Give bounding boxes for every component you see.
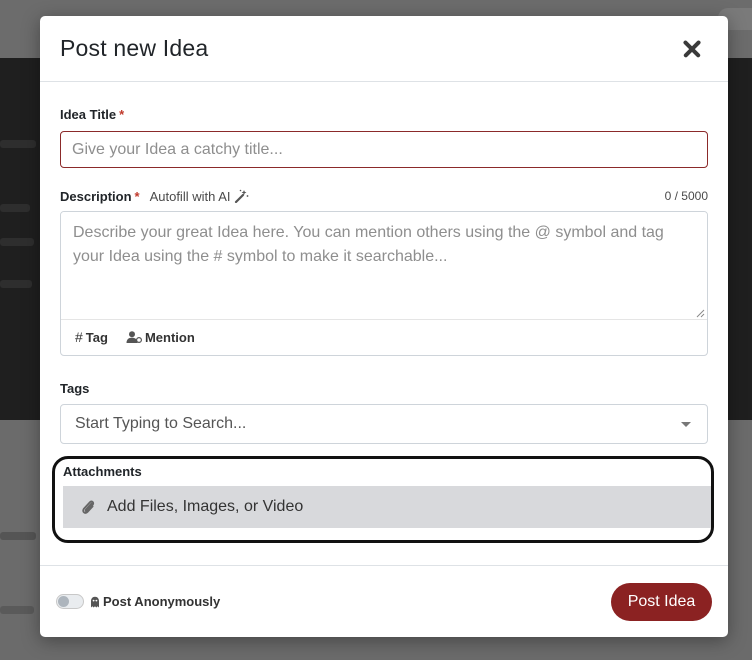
- modal-title: Post new Idea: [60, 35, 209, 61]
- tags-label: Tags: [60, 381, 90, 396]
- post-idea-modal: Post new Idea Idea Title* Description* A…: [40, 16, 728, 637]
- required-mark: *: [119, 107, 125, 122]
- ghost-icon: [91, 596, 99, 607]
- hash-icon: #: [75, 329, 83, 345]
- idea-title-field: Idea Title *: [60, 106, 708, 168]
- character-counter: 0 / 5000: [664, 189, 708, 203]
- required-mark: *: [134, 188, 140, 204]
- tags-field: Tags Start Typing to Search...: [60, 380, 708, 444]
- tags-select[interactable]: Start Typing to Search...: [60, 404, 708, 444]
- chevron-down-icon: [681, 421, 691, 427]
- modal-body: Idea Title* Description* Autofill with A…: [40, 82, 728, 444]
- idea-title-label: Idea Title: [60, 107, 117, 122]
- anonymous-toggle[interactable]: [56, 594, 84, 609]
- description-label: Description: [60, 188, 132, 204]
- mention-label: Mention: [144, 329, 195, 345]
- anonymous-label: Post Anonymously: [103, 594, 221, 609]
- add-attachments-button[interactable]: Add Files, Images, or Video: [63, 486, 711, 528]
- modal-footer: Post Anonymously Post Idea: [40, 565, 728, 637]
- description-textarea[interactable]: [61, 212, 707, 320]
- description-editor: # Tag Mention: [60, 211, 708, 356]
- anonymous-option: Post Anonymously: [56, 594, 220, 609]
- add-attachments-label: Add Files, Images, or Video: [107, 498, 304, 515]
- mention-button[interactable]: Mention: [126, 330, 195, 345]
- description-toolbar: # Tag Mention: [61, 320, 707, 354]
- attachments-label: Attachments: [63, 464, 142, 479]
- anonymous-label-group: Post Anonymously: [90, 594, 220, 609]
- user-mention-icon: [126, 331, 142, 343]
- post-idea-button[interactable]: Post Idea: [611, 582, 712, 621]
- idea-title-input[interactable]: [60, 131, 708, 168]
- tag-button[interactable]: # Tag: [75, 329, 108, 345]
- attachments-section: Attachments Add Files, Images, or Video: [52, 456, 714, 543]
- resize-grip-icon[interactable]: [695, 308, 705, 318]
- autofill-ai-button[interactable]: Autofill with AI: [150, 189, 249, 204]
- paperclip-icon: [82, 500, 95, 514]
- tags-placeholder: Start Typing to Search...: [75, 415, 247, 432]
- magic-wand-icon: [234, 189, 248, 203]
- close-icon[interactable]: [680, 37, 704, 61]
- modal-header: Post new Idea: [40, 16, 728, 82]
- description-header: Description * Autofill with AI 0 / 5000: [60, 188, 708, 204]
- tag-label: Tag: [85, 329, 108, 345]
- autofill-ai-label: Autofill with AI: [149, 188, 231, 204]
